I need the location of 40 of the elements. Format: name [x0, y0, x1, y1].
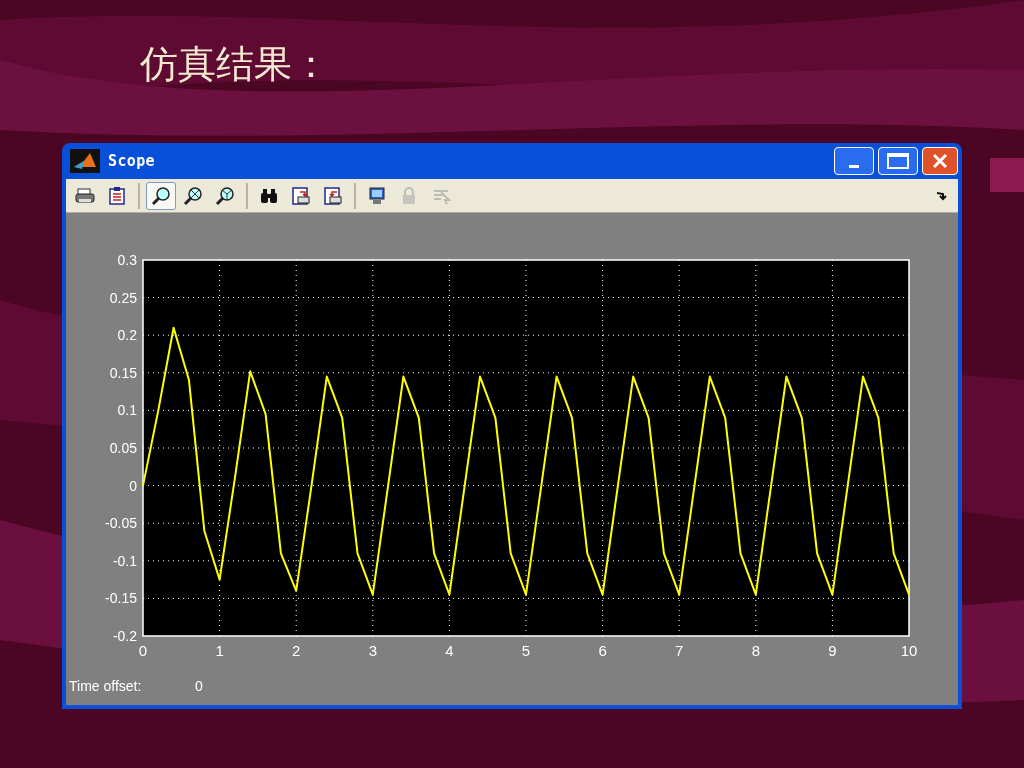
- time-offset-value: 0: [195, 678, 203, 694]
- accent-square: [990, 158, 1024, 192]
- minimize-button[interactable]: [834, 147, 874, 175]
- slide-title: 仿真结果：: [140, 42, 330, 86]
- printer-icon: [75, 185, 95, 206]
- magnifier-icon: [151, 185, 171, 206]
- window-title: Scope: [108, 150, 156, 172]
- y-tick-label: -0.15: [105, 590, 137, 607]
- y-tick-label: -0.2: [112, 628, 137, 644]
- maximize-button[interactable]: [878, 147, 918, 175]
- x-tick-label: 4: [445, 642, 454, 659]
- app-icon: [70, 149, 100, 173]
- y-tick-label: 0.3: [117, 252, 137, 268]
- y-tick-label: 0.05: [109, 440, 137, 456]
- x-tick-label: 0: [138, 642, 148, 659]
- x-tick-label: 1: [215, 642, 224, 659]
- close-button[interactable]: [922, 147, 958, 175]
- magnifier-cross-icon: [183, 185, 203, 206]
- zoom-button[interactable]: [146, 181, 176, 210]
- y-tick-label: 0.2: [117, 327, 137, 344]
- y-tick-label: 0.25: [109, 289, 137, 306]
- x-tick-label: 5: [521, 642, 531, 659]
- y-tick-label: 0: [129, 477, 137, 494]
- arrow-icon: [936, 190, 948, 201]
- x-tick-label: 10: [900, 642, 918, 659]
- x-tick-label: 2: [292, 642, 301, 659]
- x-tick-label: 7: [675, 642, 684, 659]
- x-tick-label: 6: [598, 642, 607, 659]
- monitor-icon: [367, 185, 387, 206]
- x-tick-label: 9: [828, 642, 837, 659]
- x-tick-label: 3: [368, 642, 377, 659]
- y-tick-label: -0.1: [112, 552, 137, 569]
- y-tick-label: 0.15: [109, 364, 137, 381]
- time-offset-label: Time offset:: [69, 678, 142, 694]
- close-icon: [932, 153, 948, 169]
- y-tick-label: -0.05: [105, 515, 137, 532]
- clipboard-icon: [107, 185, 127, 206]
- y-tick-label: 0.1: [117, 402, 137, 419]
- magnifier-y-icon: [215, 185, 235, 206]
- x-tick-label: 8: [751, 642, 760, 659]
